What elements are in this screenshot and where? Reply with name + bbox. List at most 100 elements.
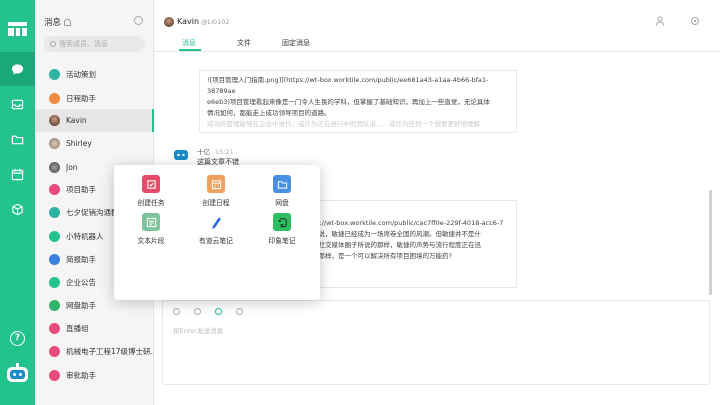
message-card-link: ![项目管理入门指南.png]](https://wt-box.worktile… — [199, 70, 517, 133]
tab-pinned[interactable]: 固定消息 — [282, 38, 310, 48]
evernote-icon — [273, 213, 291, 231]
conversation-label: Shirley — [66, 139, 92, 148]
conversation-item[interactable]: Shirley — [35, 132, 154, 155]
avatar — [49, 115, 60, 126]
message-composer[interactable]: 按Enter发送消息 — [162, 300, 710, 385]
conversation-label: 小特机器人 — [66, 232, 104, 241]
members-icon[interactable] — [656, 16, 666, 26]
task-icon — [142, 175, 160, 193]
nav-inbox[interactable] — [0, 87, 35, 121]
app-logo — [8, 22, 27, 36]
nav-messages[interactable] — [0, 52, 35, 86]
message-line: e6eb3)项目管理看起来像是一门令人生畏的学科，但掌握了基础知识，再加上一些直… — [207, 98, 490, 106]
message-card-article: 人? ps://wt-box.worktile.com/public/cac7f… — [294, 194, 517, 288]
sender-name: 十亿 — [197, 148, 210, 156]
youdao-icon — [207, 213, 225, 231]
avatar — [49, 162, 60, 173]
chat-title: Kavin — [177, 17, 200, 26]
avatar — [164, 17, 174, 27]
list-header: 消息 — [44, 16, 72, 28]
conversation-item[interactable]: 直播组 — [35, 317, 154, 340]
conversation-item[interactable]: 活动策划 — [35, 63, 154, 86]
conversation-item-active[interactable]: Kavin — [35, 109, 154, 132]
message-sender: 十亿 15:21 — [197, 146, 234, 156]
avatar — [49, 254, 60, 265]
plus-icon[interactable] — [215, 308, 222, 315]
avatar — [49, 231, 60, 242]
conversation-label: 机械电子工程17级博士研... — [66, 347, 154, 356]
conversation-label: 简报助手 — [66, 255, 96, 264]
app-label: 有道云笔记 — [199, 237, 233, 245]
app-evernote[interactable]: 印象笔记 — [252, 213, 312, 245]
conversation-item[interactable]: 日程助手 — [35, 87, 154, 110]
nav-apps[interactable] — [0, 192, 35, 226]
app-label: 文本片段 — [137, 237, 165, 245]
compose-icon[interactable] — [134, 16, 143, 25]
link-icon[interactable] — [236, 308, 243, 315]
conversation-label: Kavin — [66, 116, 87, 125]
tab-messages[interactable]: 消息 — [182, 38, 196, 48]
conversation-item[interactable]: 机械电子工程17级博士研... — [35, 340, 154, 363]
composer-toolbar — [173, 308, 243, 315]
message-line: 成功的管理能够在企业中进行，或作为正在进行中的团队讲……或作为任何一个想要更好地… — [207, 120, 480, 128]
app-label: 创建日程 — [202, 199, 230, 207]
conversation-item[interactable]: 审批助手 — [35, 364, 154, 387]
message-line: ![项目管理入门指南.png]](https://wt-box.worktile… — [207, 76, 489, 95]
message-line: 在社交媒体圈子所说的那样，敏捷的声势与流行程度正在迅 — [312, 241, 481, 249]
message-line: ps://wt-box.worktile.com/public/cac7ff0e… — [312, 219, 504, 227]
bell-icon[interactable] — [64, 18, 72, 26]
emoji-icon[interactable] — [173, 308, 180, 315]
conversation-label: 七夕促销沟通群 — [66, 208, 119, 217]
app-create-task[interactable]: 创建任务 — [121, 175, 181, 207]
avatar — [49, 93, 60, 104]
message-line: 的那样，是一个可以解决所有项目困境的万能药? — [312, 252, 452, 260]
calendar-icon — [11, 168, 24, 180]
composer-placeholder: 按Enter发送消息 — [173, 327, 223, 335]
tab-files[interactable]: 文件 — [237, 38, 251, 48]
avatar — [49, 346, 60, 357]
attachment-icon[interactable] — [194, 308, 201, 315]
avatar — [49, 323, 60, 334]
chat-header: Kavin @Li0102 消息 文件 固定消息 — [154, 0, 720, 52]
snippet-icon — [142, 213, 160, 231]
conversation-label: 项目助手 — [66, 185, 96, 194]
conversation-label: 企业公告 — [66, 278, 96, 287]
assistant-bot-icon[interactable] — [5, 363, 30, 385]
cube-icon — [12, 203, 23, 215]
avatar — [49, 69, 60, 80]
message-line: 人? — [294, 193, 509, 204]
message-time: 15:21 — [215, 148, 234, 156]
conversation-label: 直播组 — [66, 324, 89, 333]
scrollbar[interactable] — [709, 190, 712, 295]
message-line: 情况如何，都能走上成功领导项目的道路。 — [207, 109, 331, 117]
avatar — [49, 207, 60, 218]
app-text-snippet[interactable]: 文本片段 — [121, 213, 181, 245]
conversation-label: 审批助手 — [66, 371, 96, 380]
chat-handle: @Li0102 — [201, 18, 230, 26]
app-create-schedule[interactable]: 创建日程 — [186, 175, 246, 207]
nav-projects[interactable] — [0, 122, 35, 156]
app-label: 创建任务 — [137, 199, 165, 207]
avatar — [49, 370, 60, 381]
conversation-label: 活动策划 — [66, 70, 96, 79]
apps-popup: 创建任务 创建日程 网盘 文本片段 有道云笔记 印象笔记 — [114, 165, 320, 300]
avatar — [49, 184, 60, 195]
app-label: 印象笔记 — [268, 237, 296, 245]
settings-icon[interactable] — [690, 16, 700, 26]
folder-icon — [11, 135, 24, 144]
app-cloud-drive[interactable]: 网盘 — [252, 175, 312, 207]
conversation-label: 日程助手 — [66, 94, 96, 103]
conversation-label: Jon — [66, 163, 78, 172]
avatar — [49, 300, 60, 311]
message-icon — [11, 63, 24, 75]
help-icon[interactable]: ? — [10, 331, 25, 346]
bot-avatar-icon — [174, 150, 188, 160]
list-title: 消息 — [44, 18, 62, 28]
nav-calendar[interactable] — [0, 157, 35, 191]
app-youdao-note[interactable]: 有道云笔记 — [186, 213, 246, 245]
search-input[interactable]: 搜索成员、消息 — [44, 36, 145, 52]
avatar — [49, 277, 60, 288]
avatar — [49, 138, 60, 149]
tab-underline — [179, 49, 201, 51]
calendar-icon — [207, 175, 225, 193]
